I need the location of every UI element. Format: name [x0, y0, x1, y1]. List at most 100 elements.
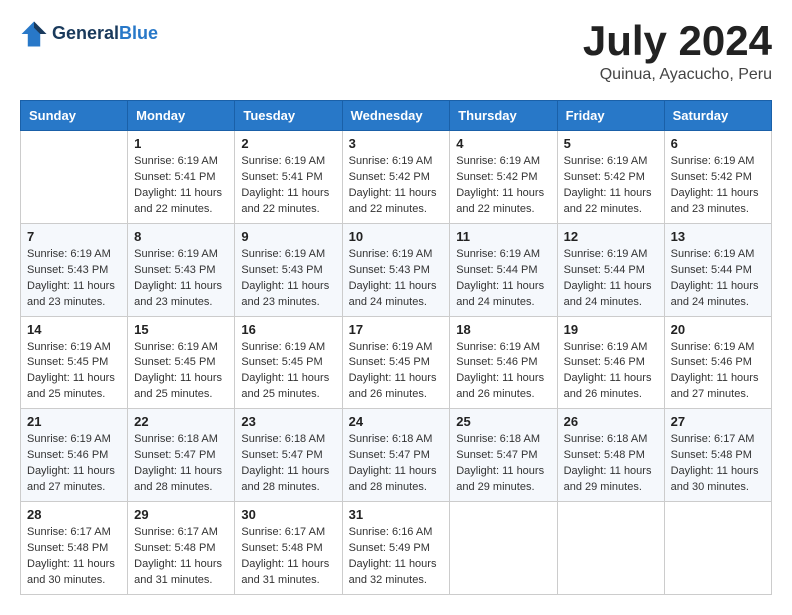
day-number: 2: [241, 136, 335, 151]
calendar-cell: 4Sunrise: 6:19 AM Sunset: 5:42 PM Daylig…: [450, 131, 557, 224]
calendar-cell: 18 Sunrise: 6:19 AM Sunset: 5:46 PM Dayli…: [450, 316, 557, 409]
calendar-cell: 13 Sunrise: 6:19 AM Sunset: 5:44 PM Dayli…: [664, 223, 771, 316]
calendar-cell: 5 Sunrise: 6:19 AM Sunset: 5:42 PM Daylig…: [557, 131, 664, 224]
day-info: Sunrise: 6:19 AM Sunset: 5:41 PM Dayligh…: [241, 154, 335, 218]
calendar-week-row: 14Sunrise: 6:19 AM Sunset: 5:45 PM Dayli…: [21, 316, 772, 409]
day-number: 18: [456, 322, 550, 337]
calendar-cell: [557, 502, 664, 595]
calendar-cell: 29 Sunrise: 6:17 AM Sunset: 5:48 PM Dayli…: [128, 502, 235, 595]
calendar-cell: 12 Sunrise: 6:19 AM Sunset: 5:44 PM Dayli…: [557, 223, 664, 316]
day-info: Sunrise: 6:18 AM Sunset: 5:47 PM Dayligh…: [134, 432, 228, 496]
day-info: Sunrise: 6:19 AM Sunset: 5:46 PM Dayligh…: [456, 340, 550, 404]
calendar-week-row: 21 Sunrise: 6:19 AM Sunset: 5:46 PM Dayli…: [21, 409, 772, 502]
calendar-cell: 22 Sunrise: 6:18 AM Sunset: 5:47 PM Dayli…: [128, 409, 235, 502]
calendar-cell: [21, 131, 128, 224]
day-number: 23: [241, 414, 335, 429]
day-number: 19: [564, 322, 658, 337]
calendar-cell: 11 Sunrise: 6:19 AM Sunset: 5:44 PM Dayli…: [450, 223, 557, 316]
calendar-cell: 26 Sunrise: 6:18 AM Sunset: 5:48 PM Dayli…: [557, 409, 664, 502]
calendar-cell: 30Sunrise: 6:17 AM Sunset: 5:48 PM Dayli…: [235, 502, 342, 595]
calendar-week-row: 7 Sunrise: 6:19 AM Sunset: 5:43 PM Daylig…: [21, 223, 772, 316]
day-number: 30: [241, 507, 335, 522]
day-info: Sunrise: 6:19 AM Sunset: 5:43 PM Dayligh…: [134, 247, 228, 311]
day-of-week-header: Thursday: [450, 101, 557, 131]
calendar-cell: 14Sunrise: 6:19 AM Sunset: 5:45 PM Dayli…: [21, 316, 128, 409]
title-section: July 2024 Quinua, Ayacucho, Peru: [583, 20, 772, 84]
day-number: 29: [134, 507, 228, 522]
calendar-table: SundayMondayTuesdayWednesdayThursdayFrid…: [20, 100, 772, 595]
day-info: Sunrise: 6:19 AM Sunset: 5:41 PM Dayligh…: [134, 154, 228, 218]
day-number: 7: [27, 229, 121, 244]
day-of-week-header: Monday: [128, 101, 235, 131]
day-info: Sunrise: 6:18 AM Sunset: 5:48 PM Dayligh…: [564, 432, 658, 496]
day-number: 27: [671, 414, 765, 429]
calendar-cell: [664, 502, 771, 595]
day-number: 3: [349, 136, 444, 151]
day-info: Sunrise: 6:19 AM Sunset: 5:43 PM Dayligh…: [349, 247, 444, 311]
calendar-cell: 24 Sunrise: 6:18 AM Sunset: 5:47 PM Dayli…: [342, 409, 450, 502]
day-number: 6: [671, 136, 765, 151]
day-of-week-header: Wednesday: [342, 101, 450, 131]
day-number: 12: [564, 229, 658, 244]
day-info: Sunrise: 6:19 AM Sunset: 5:44 PM Dayligh…: [564, 247, 658, 311]
day-info: Sunrise: 6:19 AM Sunset: 5:43 PM Dayligh…: [27, 247, 121, 311]
day-number: 21: [27, 414, 121, 429]
calendar-cell: 23 Sunrise: 6:18 AM Sunset: 5:47 PM Dayli…: [235, 409, 342, 502]
day-info: Sunrise: 6:19 AM Sunset: 5:44 PM Dayligh…: [456, 247, 550, 311]
day-info: Sunrise: 6:19 AM Sunset: 5:44 PM Dayligh…: [671, 247, 765, 311]
day-number: 13: [671, 229, 765, 244]
calendar-cell: 6Sunrise: 6:19 AM Sunset: 5:42 PM Daylig…: [664, 131, 771, 224]
day-info: Sunrise: 6:19 AM Sunset: 5:46 PM Dayligh…: [27, 432, 121, 496]
calendar-cell: [450, 502, 557, 595]
day-number: 9: [241, 229, 335, 244]
month-title: July 2024: [583, 20, 772, 62]
day-info: Sunrise: 6:18 AM Sunset: 5:47 PM Dayligh…: [349, 432, 444, 496]
day-number: 20: [671, 322, 765, 337]
day-number: 25: [456, 414, 550, 429]
day-info: Sunrise: 6:19 AM Sunset: 5:45 PM Dayligh…: [349, 340, 444, 404]
day-info: Sunrise: 6:19 AM Sunset: 5:45 PM Dayligh…: [134, 340, 228, 404]
day-info: Sunrise: 6:16 AM Sunset: 5:49 PM Dayligh…: [349, 525, 444, 589]
day-info: Sunrise: 6:17 AM Sunset: 5:48 PM Dayligh…: [671, 432, 765, 496]
day-of-week-header: Sunday: [21, 101, 128, 131]
day-number: 1: [134, 136, 228, 151]
calendar-header-row: SundayMondayTuesdayWednesdayThursdayFrid…: [21, 101, 772, 131]
calendar-cell: 8 Sunrise: 6:19 AM Sunset: 5:43 PM Daylig…: [128, 223, 235, 316]
calendar-week-row: 1 Sunrise: 6:19 AM Sunset: 5:41 PM Daylig…: [21, 131, 772, 224]
calendar-cell: 19Sunrise: 6:19 AM Sunset: 5:46 PM Dayli…: [557, 316, 664, 409]
day-number: 10: [349, 229, 444, 244]
day-of-week-header: Friday: [557, 101, 664, 131]
day-info: Sunrise: 6:19 AM Sunset: 5:43 PM Dayligh…: [241, 247, 335, 311]
calendar-cell: 16Sunrise: 6:19 AM Sunset: 5:45 PM Dayli…: [235, 316, 342, 409]
calendar-cell: 10 Sunrise: 6:19 AM Sunset: 5:43 PM Dayli…: [342, 223, 450, 316]
day-number: 4: [456, 136, 550, 151]
day-info: Sunrise: 6:18 AM Sunset: 5:47 PM Dayligh…: [241, 432, 335, 496]
day-info: Sunrise: 6:17 AM Sunset: 5:48 PM Dayligh…: [27, 525, 121, 589]
calendar-cell: 25Sunrise: 6:18 AM Sunset: 5:47 PM Dayli…: [450, 409, 557, 502]
day-number: 15: [134, 322, 228, 337]
calendar-week-row: 28 Sunrise: 6:17 AM Sunset: 5:48 PM Dayli…: [21, 502, 772, 595]
day-info: Sunrise: 6:19 AM Sunset: 5:45 PM Dayligh…: [241, 340, 335, 404]
calendar-cell: 15 Sunrise: 6:19 AM Sunset: 5:45 PM Dayli…: [128, 316, 235, 409]
logo-icon: [20, 20, 48, 48]
day-number: 17: [349, 322, 444, 337]
day-number: 24: [349, 414, 444, 429]
day-number: 11: [456, 229, 550, 244]
calendar-cell: 28 Sunrise: 6:17 AM Sunset: 5:48 PM Dayli…: [21, 502, 128, 595]
calendar-cell: 2 Sunrise: 6:19 AM Sunset: 5:41 PM Daylig…: [235, 131, 342, 224]
calendar-cell: 9 Sunrise: 6:19 AM Sunset: 5:43 PM Daylig…: [235, 223, 342, 316]
day-of-week-header: Saturday: [664, 101, 771, 131]
day-number: 26: [564, 414, 658, 429]
calendar-cell: 21 Sunrise: 6:19 AM Sunset: 5:46 PM Dayli…: [21, 409, 128, 502]
calendar-cell: 27 Sunrise: 6:17 AM Sunset: 5:48 PM Dayli…: [664, 409, 771, 502]
calendar-cell: 1 Sunrise: 6:19 AM Sunset: 5:41 PM Daylig…: [128, 131, 235, 224]
day-number: 28: [27, 507, 121, 522]
logo-general: General: [52, 24, 119, 44]
day-number: 5: [564, 136, 658, 151]
day-number: 31: [349, 507, 444, 522]
day-number: 22: [134, 414, 228, 429]
logo-blue: Blue: [119, 24, 158, 44]
day-info: Sunrise: 6:19 AM Sunset: 5:42 PM Dayligh…: [564, 154, 658, 218]
day-number: 8: [134, 229, 228, 244]
day-info: Sunrise: 6:17 AM Sunset: 5:48 PM Dayligh…: [134, 525, 228, 589]
